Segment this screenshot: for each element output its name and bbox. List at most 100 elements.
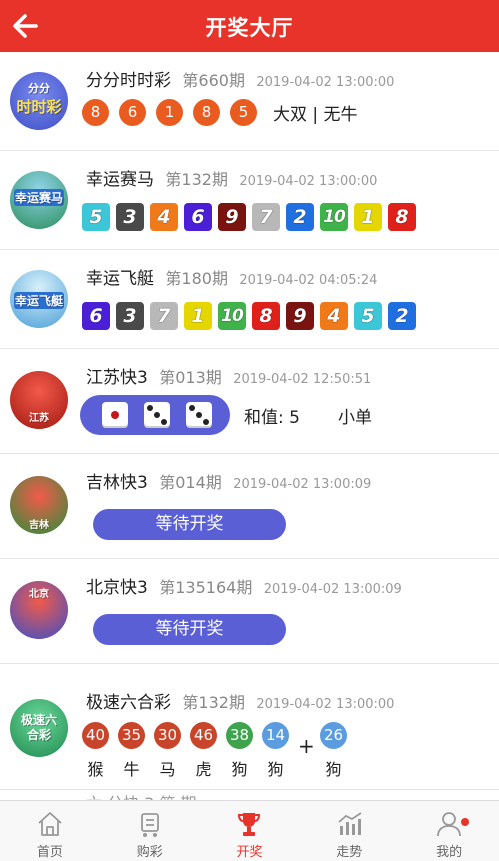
race-number-square: 3 <box>116 203 144 231</box>
race-number-square: 4 <box>320 302 348 330</box>
lottery-title: 幸运飞艇 第180期 2019-04-02 04:05:24 <box>86 264 377 289</box>
lottery-name: 北京快3 <box>86 578 148 598</box>
die-pip <box>203 419 209 425</box>
result-ball: 8 <box>193 99 220 126</box>
tab-mine[interactable]: 我的 <box>399 801 499 861</box>
lottery-name: 江苏快3 <box>86 368 148 388</box>
lhc-ball: 26 <box>320 722 347 749</box>
tab-trend[interactable]: 走势 <box>299 801 399 861</box>
lhc-ball-item: 26 狗 <box>320 722 347 780</box>
draw-time: 2019-04-02 13:00:00 <box>256 697 395 712</box>
lhc-ball: 14 <box>262 722 289 749</box>
tab-draw[interactable]: 开奖 <box>200 801 300 861</box>
lottery-name: 分分时时彩 <box>86 71 171 91</box>
lottery-list: 分分 时时彩 分分时时彩 第660期 2019-04-02 13:00:00 8… <box>0 52 499 800</box>
sum-value: 和值: 5 <box>244 407 300 428</box>
race-number-square: 6 <box>82 302 110 330</box>
lottery-name: 吉林快3 <box>86 473 148 493</box>
plus-sign: + <box>298 734 315 758</box>
user-icon <box>437 812 461 837</box>
lottery-title: 江苏快3 第013期 2019-04-02 12:50:51 <box>86 363 371 388</box>
cart-icon <box>140 813 159 837</box>
lottery-title: 分分时时彩 第660期 2019-04-02 13:00:00 <box>86 66 394 91</box>
draw-time: 2019-04-02 13:00:09 <box>233 477 372 492</box>
dice-result: 和值: 5 小单 <box>80 395 372 435</box>
die-3 <box>186 402 212 428</box>
race-number-square: 5 <box>82 203 110 231</box>
tab-home[interactable]: 首页 <box>0 801 100 861</box>
lottery-name: 极速六合彩 <box>86 693 171 713</box>
draw-time: 2019-04-02 13:00:09 <box>263 582 402 597</box>
lhc-ball-item: 35 牛 <box>118 722 145 780</box>
issue-number: 第013期 <box>159 368 222 387</box>
race-number-square: 1 <box>354 203 382 231</box>
lottery-row-xysm[interactable]: 幸运赛马 幸运赛马 第132期 2019-04-02 13:00:00 5346… <box>0 151 499 250</box>
tab-label: 购彩 <box>136 845 163 860</box>
issue-number: 第135164期 <box>159 578 253 597</box>
result-ball: 1 <box>156 99 183 126</box>
race-number-square: 7 <box>252 203 280 231</box>
die-pip <box>196 412 202 418</box>
race-number-square: 7 <box>150 302 178 330</box>
race-result-numbers: 6 3 7 1 10 8 9 4 5 2 <box>82 302 422 330</box>
issue-number: 第180期 <box>165 269 228 288</box>
issue-number: 第014期 <box>159 473 222 492</box>
xysm-logo: 幸运赛马 <box>10 171 68 229</box>
lottery-row-jslhc[interactable]: 极速六合彩 极速六合彩 第132期 2019-04-02 13:00:00 40… <box>0 664 499 790</box>
tab-label: 开奖 <box>236 845 263 860</box>
waiting-draw-button[interactable]: 等待开奖 <box>93 614 286 645</box>
lhc-ball: 30 <box>154 722 181 749</box>
issue-number: 第132期 <box>182 693 245 712</box>
jslhc-logo: 极速六合彩 <box>10 699 68 757</box>
die-3 <box>144 402 170 428</box>
result-ball: 8 <box>82 99 109 126</box>
bjk3-logo: 北京 <box>10 581 68 639</box>
next-row-peek: 六 分快 3 第 期 <box>86 790 197 800</box>
zodiac-label: 狗 <box>325 760 342 779</box>
race-number-square: 9 <box>218 203 246 231</box>
page-title: 开奖大厅 <box>205 16 294 40</box>
dice-pill <box>80 395 230 435</box>
lottery-name: 幸运飞艇 <box>86 269 154 289</box>
die-pip <box>154 412 160 418</box>
tab-label: 我的 <box>436 845 463 860</box>
zodiac-label: 猴 <box>87 760 104 779</box>
zodiac-label: 狗 <box>267 760 284 779</box>
lottery-row-bjk3[interactable]: 北京 北京快3 第135164期 2019-04-02 13:00:09 等待开… <box>0 559 499 664</box>
lottery-title: 吉林快3 第014期 2019-04-02 13:00:09 <box>86 468 371 493</box>
lottery-row-jsk3[interactable]: 江苏 江苏快3 第013期 2019-04-02 12:50:51 和值: 5 … <box>0 349 499 454</box>
result-summary: 大双 | 无牛 <box>273 105 358 125</box>
ffssc-logo: 分分 时时彩 <box>10 72 68 130</box>
race-number-square: 10 <box>218 302 246 330</box>
lottery-row-xyft[interactable]: 幸运飞艇 幸运飞艇 第180期 2019-04-02 04:05:24 6371… <box>0 250 499 349</box>
race-number-square: 6 <box>184 203 212 231</box>
jsk3-logo: 江苏 <box>10 371 68 429</box>
issue-number: 第660期 <box>182 71 245 90</box>
lhc-ball: 38 <box>226 722 253 749</box>
tab-buy[interactable]: 购彩 <box>100 801 200 861</box>
lhc-ball-item: 40 猴 <box>82 722 109 780</box>
zodiac-label: 牛 <box>123 760 140 779</box>
trend-chart-icon <box>338 812 362 835</box>
tab-label: 走势 <box>336 845 363 860</box>
waiting-draw-button[interactable]: 等待开奖 <box>93 509 286 540</box>
race-number-square: 2 <box>388 302 416 330</box>
lhc-ball: 35 <box>118 722 145 749</box>
lottery-row-jlk3[interactable]: 吉林 吉林快3 第014期 2019-04-02 13:00:09 等待开奖 <box>0 454 499 559</box>
result-ball: 6 <box>119 99 146 126</box>
zodiac-label: 马 <box>159 760 176 779</box>
race-number-square: 10 <box>320 203 348 231</box>
xyft-logo: 幸运飞艇 <box>10 270 68 328</box>
lhc-result: 40 猴 35 牛 30 马 46 虎 38 狗 14 狗 +26 狗 <box>82 722 356 780</box>
lottery-title: 北京快3 第135164期 2019-04-02 13:00:09 <box>86 573 402 598</box>
die-pip <box>147 405 153 411</box>
lottery-row-ffssc[interactable]: 分分 时时彩 分分时时彩 第660期 2019-04-02 13:00:00 8… <box>0 52 499 151</box>
zodiac-label: 虎 <box>195 760 212 779</box>
die-pip <box>189 405 195 411</box>
lhc-ball-item: 14 狗 <box>262 722 289 780</box>
jlk3-logo: 吉林 <box>10 476 68 534</box>
trophy-icon <box>238 813 261 836</box>
issue-number: 第132期 <box>165 170 228 189</box>
draw-time: 2019-04-02 13:00:00 <box>239 174 378 189</box>
zodiac-label: 狗 <box>231 760 248 779</box>
